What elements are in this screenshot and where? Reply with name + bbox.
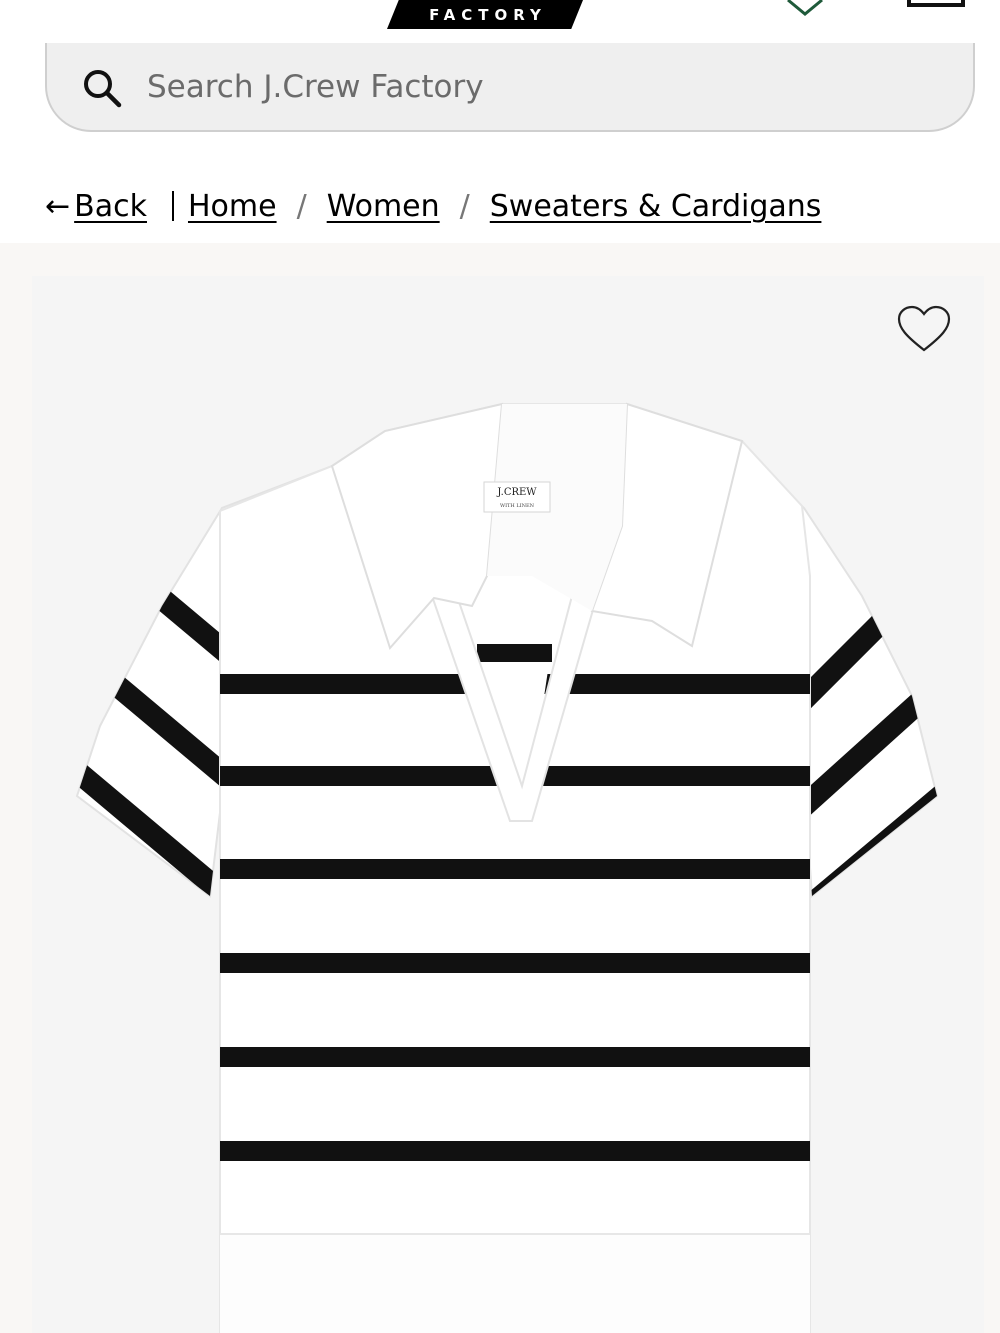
- header: FACTORY: [0, 0, 1000, 40]
- breadcrumb-separator: /: [459, 188, 470, 224]
- breadcrumb-women[interactable]: Women: [327, 189, 440, 224]
- logo-text: FACTORY: [429, 5, 547, 24]
- logo[interactable]: FACTORY: [387, 0, 583, 29]
- breadcrumb-home[interactable]: Home: [188, 189, 277, 224]
- garment-label: J.CREW WITH LINEN: [483, 481, 551, 513]
- breadcrumb: ← Back Home / Women / Sweaters & Cardiga…: [45, 186, 821, 226]
- back-arrow-icon[interactable]: ←: [45, 189, 70, 224]
- shopping-bag-icon[interactable]: [906, 0, 966, 10]
- product-image[interactable]: J.CREW WITH LINEN: [32, 276, 984, 1333]
- breadcrumb-separator: /: [296, 188, 307, 224]
- page: FACTORY ← Back Home / Women / Sweaters &…: [0, 0, 1000, 1333]
- search-input[interactable]: [147, 65, 927, 109]
- shield-icon[interactable]: [785, 0, 825, 20]
- back-link[interactable]: Back: [74, 189, 147, 224]
- breadcrumb-sweaters-cardigans[interactable]: Sweaters & Cardigans: [490, 189, 822, 224]
- search-bar[interactable]: [45, 43, 975, 132]
- heart-icon[interactable]: [896, 304, 952, 354]
- label-brand: J.CREW: [496, 487, 537, 498]
- breadcrumb-divider: [171, 191, 174, 221]
- label-sub: WITH LINEN: [500, 503, 535, 509]
- search-icon: [84, 70, 122, 108]
